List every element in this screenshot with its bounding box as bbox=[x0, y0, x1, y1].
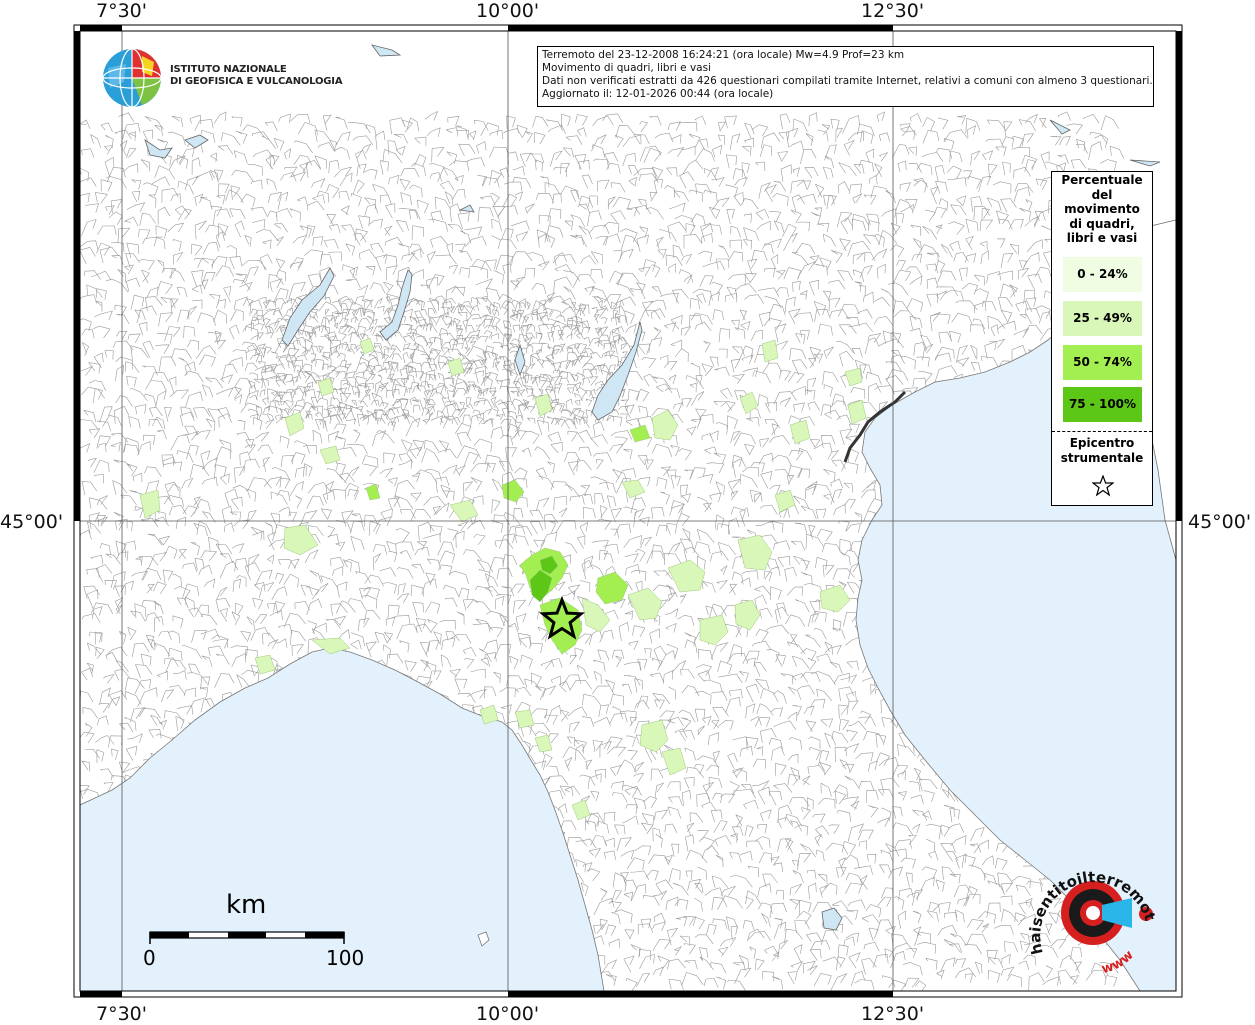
logo-line-1: ISTITUTO NAZIONALE bbox=[170, 64, 287, 75]
logo-line-2: DI GEOFISICA E VULCANOLOGIA bbox=[170, 76, 343, 87]
event-data-note: Dati non verificati estratti da 426 ques… bbox=[542, 75, 1153, 87]
bottom-label-2: 10°00' bbox=[476, 1003, 540, 1025]
left-label: 45°00' bbox=[0, 511, 64, 533]
scale-unit: km bbox=[226, 890, 267, 920]
event-parameter: Movimento di quadri, libri e vasi bbox=[542, 62, 711, 74]
scale-end: 100 bbox=[326, 946, 365, 970]
terremoto-logo-text: haisentitoilterremoto.it www bbox=[1013, 833, 1159, 977]
event-info-box: Terremoto del 23-12-2008 16:24:21 (ora l… bbox=[537, 46, 1154, 107]
scale-start: 0 bbox=[143, 946, 156, 970]
legend-class-4: 75 - 100% bbox=[1063, 387, 1142, 422]
event-updated: Aggiornato il: 12-01-2026 00:44 (ora loc… bbox=[542, 88, 774, 100]
event-title: Terremoto del 23-12-2008 16:24:21 (ora l… bbox=[542, 49, 905, 61]
watermark-url: www bbox=[1100, 948, 1137, 977]
legend-separator bbox=[1052, 431, 1152, 432]
bottom-label-3: 12°30' bbox=[861, 1003, 925, 1025]
svg-text:haisentitoilterremoto.it: haisentitoilterremoto.it bbox=[1013, 833, 1159, 956]
bottom-label-1: 7°30' bbox=[96, 1003, 147, 1025]
legend-class-2: 25 - 49% bbox=[1063, 301, 1142, 336]
top-label-1: 7°30' bbox=[96, 0, 147, 22]
legend-class-3: 50 - 74% bbox=[1063, 345, 1142, 380]
right-label: 45°00' bbox=[1188, 511, 1252, 533]
top-label-3: 12°30' bbox=[861, 0, 925, 22]
globe-icon bbox=[102, 48, 162, 108]
watermark-text: haisentitoilterremoto.it bbox=[1013, 833, 1159, 956]
intensity-map: 7°30' 10°00' 12°30' 7°30' 10°00' 12°30' … bbox=[0, 0, 1255, 1025]
legend-class-1: 0 - 24% bbox=[1063, 257, 1142, 292]
ingv-logo: ISTITUTO NAZIONALE DI GEOFISICA E VULCAN… bbox=[102, 48, 362, 110]
legend-epicenter: Epicentro strumentale bbox=[1060, 436, 1144, 465]
legend: Percentuale del movimento di quadri, lib… bbox=[1051, 171, 1153, 506]
star-icon bbox=[1092, 475, 1114, 497]
svg-text:www: www bbox=[1100, 948, 1137, 977]
top-label-2: 10°00' bbox=[476, 0, 540, 22]
intensity-area bbox=[761, 339, 779, 363]
legend-title: Percentuale del movimento di quadri, lib… bbox=[1061, 173, 1143, 245]
